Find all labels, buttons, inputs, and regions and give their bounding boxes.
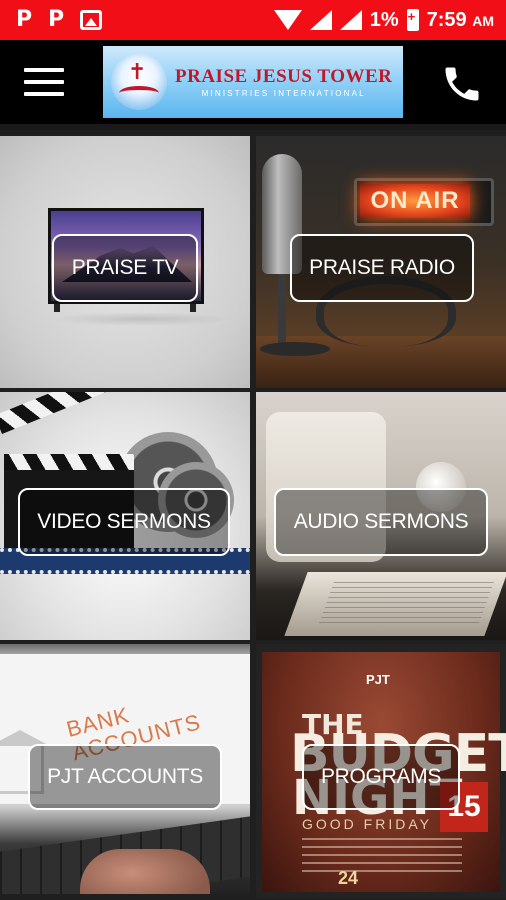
gallery-notification-icon xyxy=(80,10,102,30)
logo-emblem-icon xyxy=(111,54,167,110)
tile-audio-sermons[interactable]: AUDIO SERMONS xyxy=(256,392,506,640)
tile-label: PRAISE TV xyxy=(52,234,198,302)
tile-praise-radio[interactable]: ON AIR PRAISE RADIO xyxy=(256,136,506,388)
clock-ampm: AM xyxy=(472,12,494,29)
hamburger-menu-icon[interactable] xyxy=(24,68,64,96)
notification-p-icon: P xyxy=(48,7,65,32)
logo-title: PRAISE JESUS TOWER xyxy=(175,66,393,87)
tile-label: PRAISE RADIO xyxy=(290,234,474,302)
phone-icon[interactable] xyxy=(440,62,484,106)
tile-praise-tv[interactable]: PRAISE TV xyxy=(0,136,250,388)
hand-image xyxy=(80,849,210,894)
signal-icon-2 xyxy=(339,10,362,30)
clock-time: 7:59 xyxy=(426,8,467,31)
status-bar: P P 1% 7:59 AM xyxy=(0,0,506,40)
signal-icon xyxy=(309,10,332,30)
tile-video-sermons[interactable]: VIDEO SERMONS xyxy=(0,392,250,640)
tile-label: AUDIO SERMONS xyxy=(274,488,488,556)
tile-pjt-accounts[interactable]: BANK ACCOUNTS PJT ACCOUNTS xyxy=(0,644,250,894)
app-logo: PRAISE JESUS TOWER MINISTRIES INTERNATIO… xyxy=(103,46,403,118)
wifi-icon xyxy=(273,10,302,30)
battery-percent: 1% xyxy=(369,8,399,31)
tile-label: PJT ACCOUNTS xyxy=(28,744,222,810)
notification-p-icon: P xyxy=(16,7,33,32)
menu-grid: PRAISE TV ON AIR PRAISE RADIO VIDEO SERM… xyxy=(0,130,506,900)
tile-label: PROGRAMS xyxy=(302,744,460,810)
logo-subtitle: MINISTRIES INTERNATIONAL xyxy=(201,89,366,98)
tile-programs[interactable]: PJT THE BUDGET NIGHT 15 GOOD FRIDAY 24 P… xyxy=(256,644,506,898)
app-bar: PRAISE JESUS TOWER MINISTRIES INTERNATIO… xyxy=(0,40,506,124)
on-air-sign: ON AIR xyxy=(360,184,470,218)
tile-label: VIDEO SERMONS xyxy=(18,488,230,556)
battery-icon xyxy=(406,9,419,31)
